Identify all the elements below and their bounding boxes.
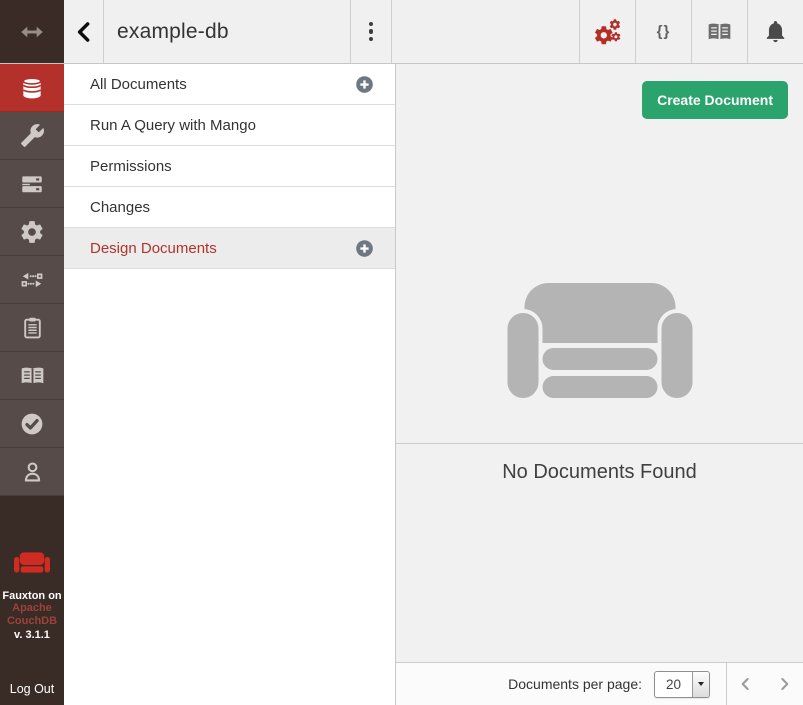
sidebar-item-account[interactable] <box>0 448 64 496</box>
content-divider <box>396 443 803 444</box>
brand-apache: Apache <box>12 602 52 615</box>
top-header: example-db <box>0 0 803 64</box>
server-icon <box>19 171 45 197</box>
couchdb-logo-icon <box>14 552 50 577</box>
api-options-button[interactable] <box>579 0 635 63</box>
fauxton-app: example-db <box>0 0 803 705</box>
sidebar-item-verify[interactable] <box>0 400 64 448</box>
sidebar-item-replication[interactable] <box>0 256 64 304</box>
add-document-icon[interactable] <box>355 75 374 94</box>
json-api-button[interactable]: {} <box>635 0 691 63</box>
add-design-document-icon[interactable] <box>355 239 374 258</box>
kebab-menu-button[interactable] <box>351 0 392 63</box>
chevron-down-icon <box>698 682 704 686</box>
database-title-cell: example-db <box>104 0 351 63</box>
replication-icon <box>19 267 45 293</box>
database-nav: All Documents Run A Query with Mango Per… <box>64 64 396 705</box>
person-icon <box>20 459 45 484</box>
previous-page-button[interactable] <box>738 676 753 692</box>
per-page-select[interactable]: 20 <box>654 671 710 698</box>
back-button[interactable] <box>64 0 104 63</box>
sidebar-item-active-tasks[interactable] <box>0 160 64 208</box>
nav-item-permissions[interactable]: Permissions <box>64 146 395 187</box>
empty-state-message: No Documents Found <box>396 461 803 484</box>
next-page-button[interactable] <box>777 676 792 692</box>
documentation-button[interactable] <box>691 0 747 63</box>
header-spacer <box>392 0 579 63</box>
resize-arrow-icon <box>18 18 46 46</box>
braces-icon: {} <box>657 23 671 40</box>
book-icon <box>706 19 733 45</box>
sidebar-item-configuration[interactable] <box>0 208 64 256</box>
check-circle-icon <box>19 411 45 437</box>
sidebar-item-setup[interactable] <box>0 112 64 160</box>
pagination-footer: Documents per page: 20 <box>396 662 803 705</box>
sidebar-collapse-button[interactable] <box>0 0 64 63</box>
nav-item-design-documents[interactable]: Design Documents <box>64 228 395 269</box>
wrench-icon <box>20 123 45 148</box>
logout-link[interactable]: Log Out <box>10 682 54 696</box>
gears-icon <box>593 17 623 47</box>
sidebar-branding: Fauxton on Apache CouchDB v. 3.1.1 Log O… <box>0 496 64 705</box>
nav-item-changes[interactable]: Changes <box>64 187 395 228</box>
brand-text: Fauxton on <box>2 590 61 602</box>
bell-icon <box>763 19 788 44</box>
create-document-button[interactable]: Create Document <box>642 81 788 119</box>
main-content: Create Document No Documents Found Docum… <box>396 64 803 705</box>
nav-item-all-documents[interactable]: All Documents <box>64 64 395 105</box>
brand-couchdb: CouchDB <box>7 615 57 628</box>
sidebar-item-documentation[interactable] <box>0 352 64 400</box>
brand-version: v. 3.1.1 <box>14 629 50 641</box>
per-page-label: Documents per page: <box>508 676 642 692</box>
sidebar-item-databases[interactable] <box>0 64 64 112</box>
select-dropdown-segment[interactable] <box>692 672 709 697</box>
per-page-value: 20 <box>655 672 692 697</box>
page-title: example-db <box>117 20 229 44</box>
empty-couch-illustration <box>507 283 692 398</box>
clipboard-icon <box>20 315 45 340</box>
kebab-menu-icon <box>369 22 374 27</box>
database-icon <box>19 75 45 101</box>
gear-icon <box>19 219 45 245</box>
book-icon <box>19 363 46 389</box>
nav-item-mango-query[interactable]: Run A Query with Mango <box>64 105 395 146</box>
sidebar-item-clipboard[interactable] <box>0 304 64 352</box>
back-chevron-icon <box>73 20 95 44</box>
primary-sidebar: Fauxton on Apache CouchDB v. 3.1.1 Log O… <box>0 64 64 705</box>
per-page-control: Documents per page: 20 <box>508 671 710 698</box>
notifications-button[interactable] <box>747 0 803 63</box>
pagination-controls <box>726 663 803 705</box>
